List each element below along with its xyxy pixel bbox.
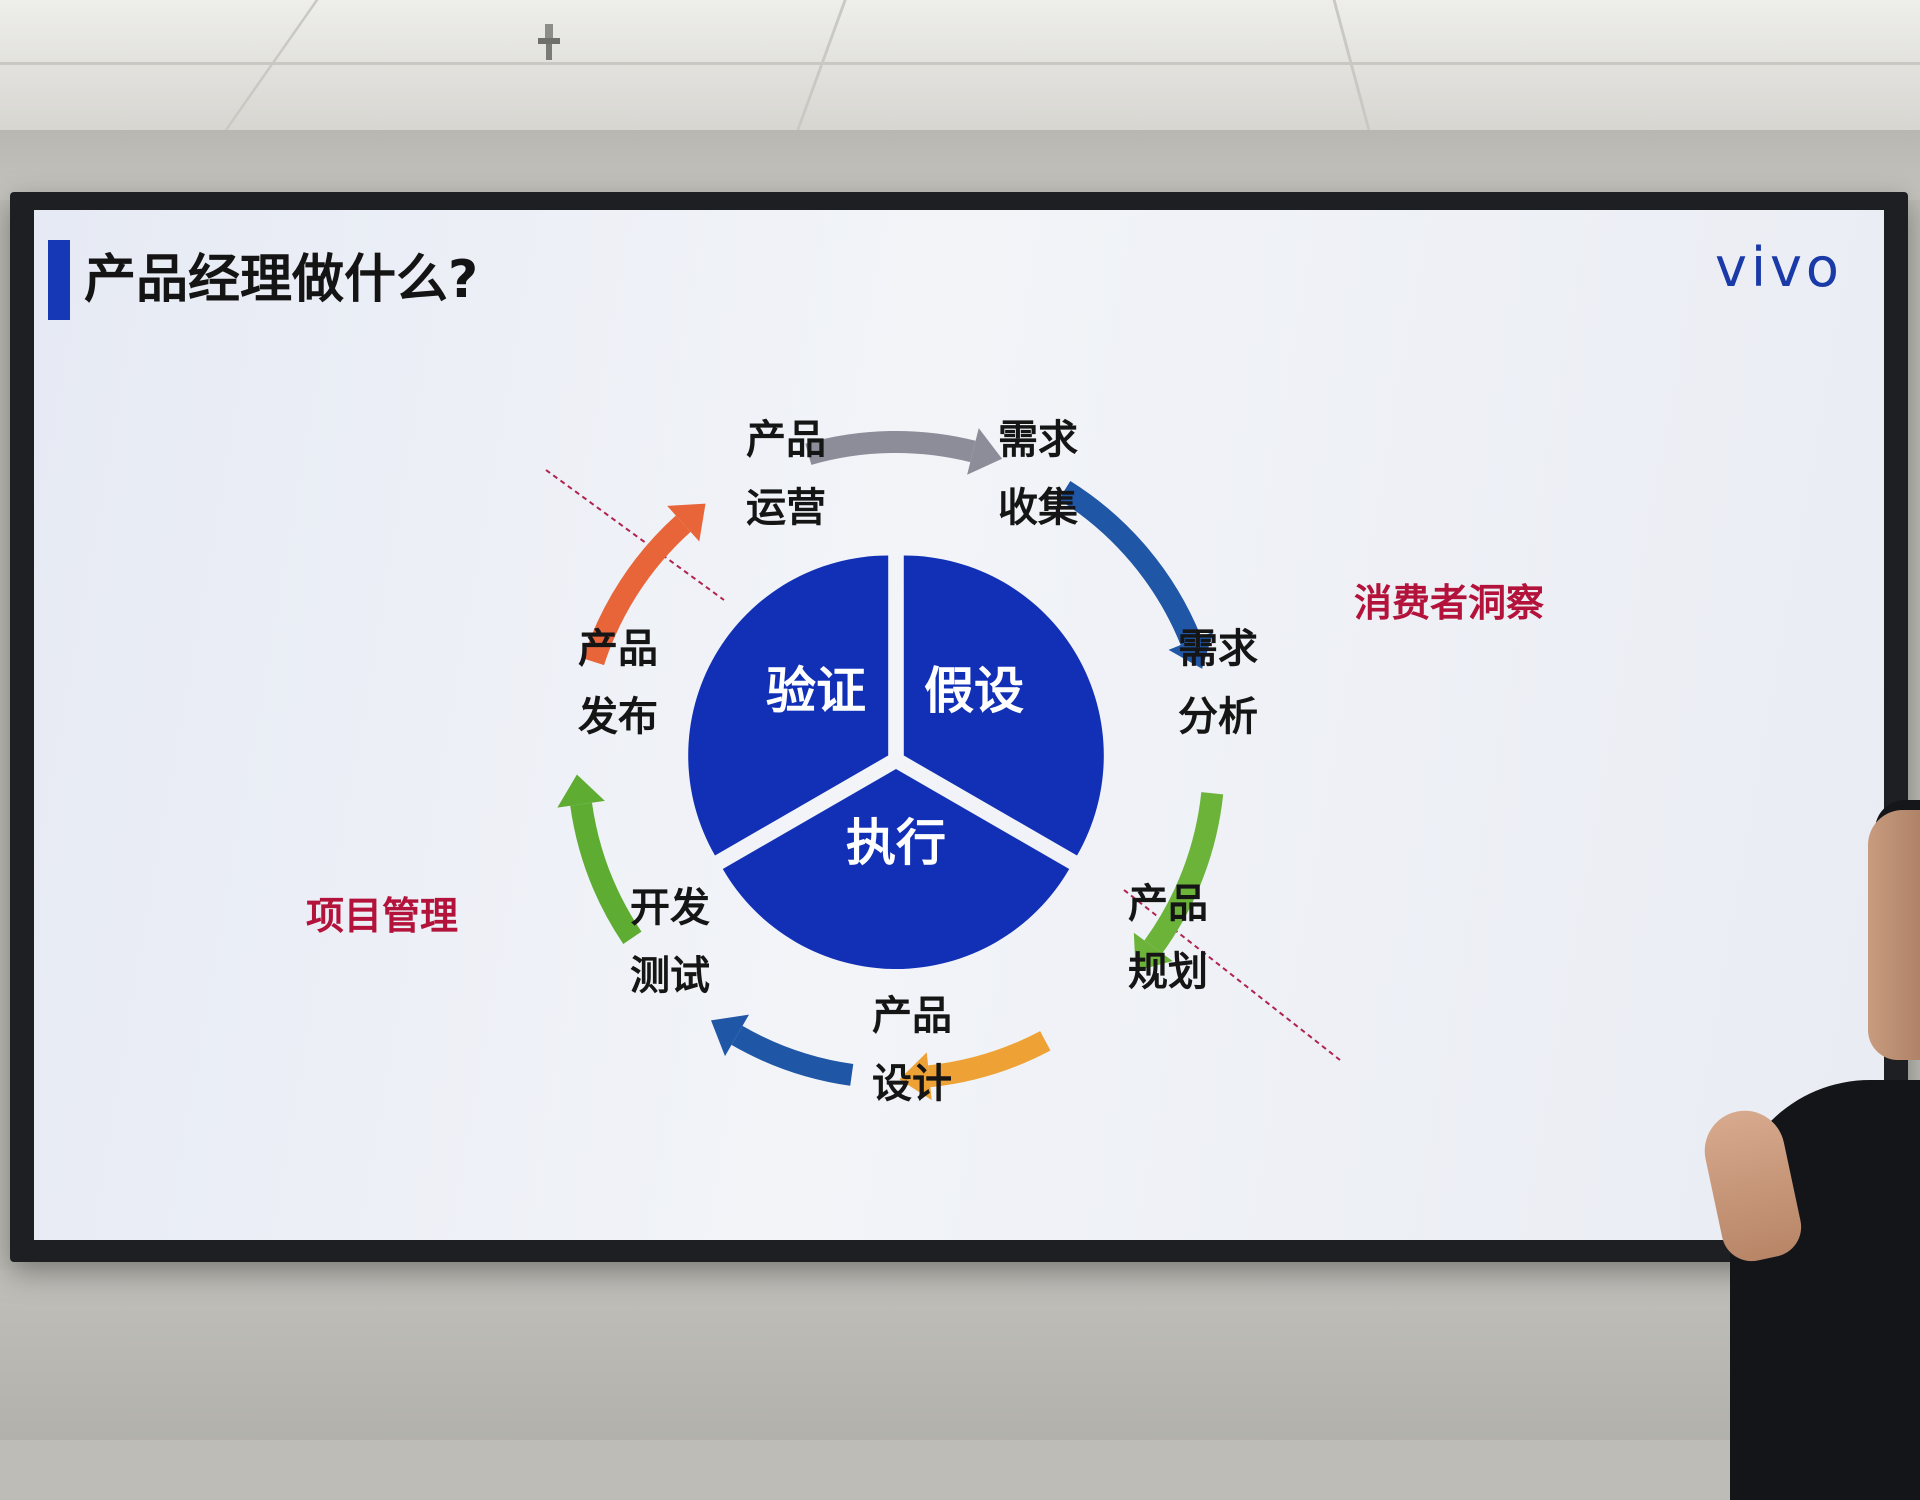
center-pie xyxy=(688,555,1104,969)
node-product-planning: 产品 规划 xyxy=(1098,870,1238,1006)
sprinkler-icon xyxy=(538,24,560,60)
node-line: 产品 xyxy=(578,626,658,672)
node-line: 运营 xyxy=(746,485,826,531)
segment-label-verify: 验证 xyxy=(766,662,866,720)
node-line: 需求 xyxy=(1178,626,1258,672)
node-line: 分析 xyxy=(1178,694,1258,740)
project-management-label: 项目管理 xyxy=(306,894,459,938)
node-product-design: 产品 设计 xyxy=(842,982,982,1118)
segment-label-execute: 执行 xyxy=(846,814,946,872)
ceiling-seam xyxy=(796,0,847,130)
consumer-insight-label: 消费者洞察 xyxy=(1354,581,1545,625)
node-line: 开发 xyxy=(630,885,710,931)
node-dev-test: 开发 测试 xyxy=(600,874,740,1010)
node-line: 产品 xyxy=(872,993,952,1039)
node-requirement-analysis: 需求 分析 xyxy=(1148,615,1288,751)
wall xyxy=(0,1270,1920,1440)
segment-label-hypothesis: 假设 xyxy=(924,662,1024,720)
node-line: 产品 xyxy=(1128,881,1208,927)
node-line: 规划 xyxy=(1128,949,1208,995)
node-line: 收集 xyxy=(998,485,1078,531)
ceiling-seam xyxy=(1332,0,1371,130)
presenter-head xyxy=(1868,810,1920,1060)
node-requirement-collection: 需求 收集 xyxy=(968,406,1108,542)
node-line: 发布 xyxy=(578,694,658,740)
ceiling-seam xyxy=(0,62,1920,65)
node-line: 测试 xyxy=(630,953,710,999)
ceiling xyxy=(0,0,1920,130)
node-line: 需求 xyxy=(998,417,1078,463)
node-line: 设计 xyxy=(872,1061,952,1107)
display-monitor: 产品经理做什么? vivo 验证 假设 执行 产品 运营 需求 收集 需求 分析… xyxy=(10,192,1908,1262)
node-product-operation: 产品 运营 xyxy=(716,406,856,542)
node-product-release: 产品 发布 xyxy=(548,615,688,751)
arrow-design-to-devtest xyxy=(711,1014,854,1086)
presentation-slide: 产品经理做什么? vivo 验证 假设 执行 产品 运营 需求 收集 需求 分析… xyxy=(34,210,1884,1240)
node-line: 产品 xyxy=(746,417,826,463)
wall xyxy=(0,130,1920,200)
ceiling-seam xyxy=(224,0,319,130)
